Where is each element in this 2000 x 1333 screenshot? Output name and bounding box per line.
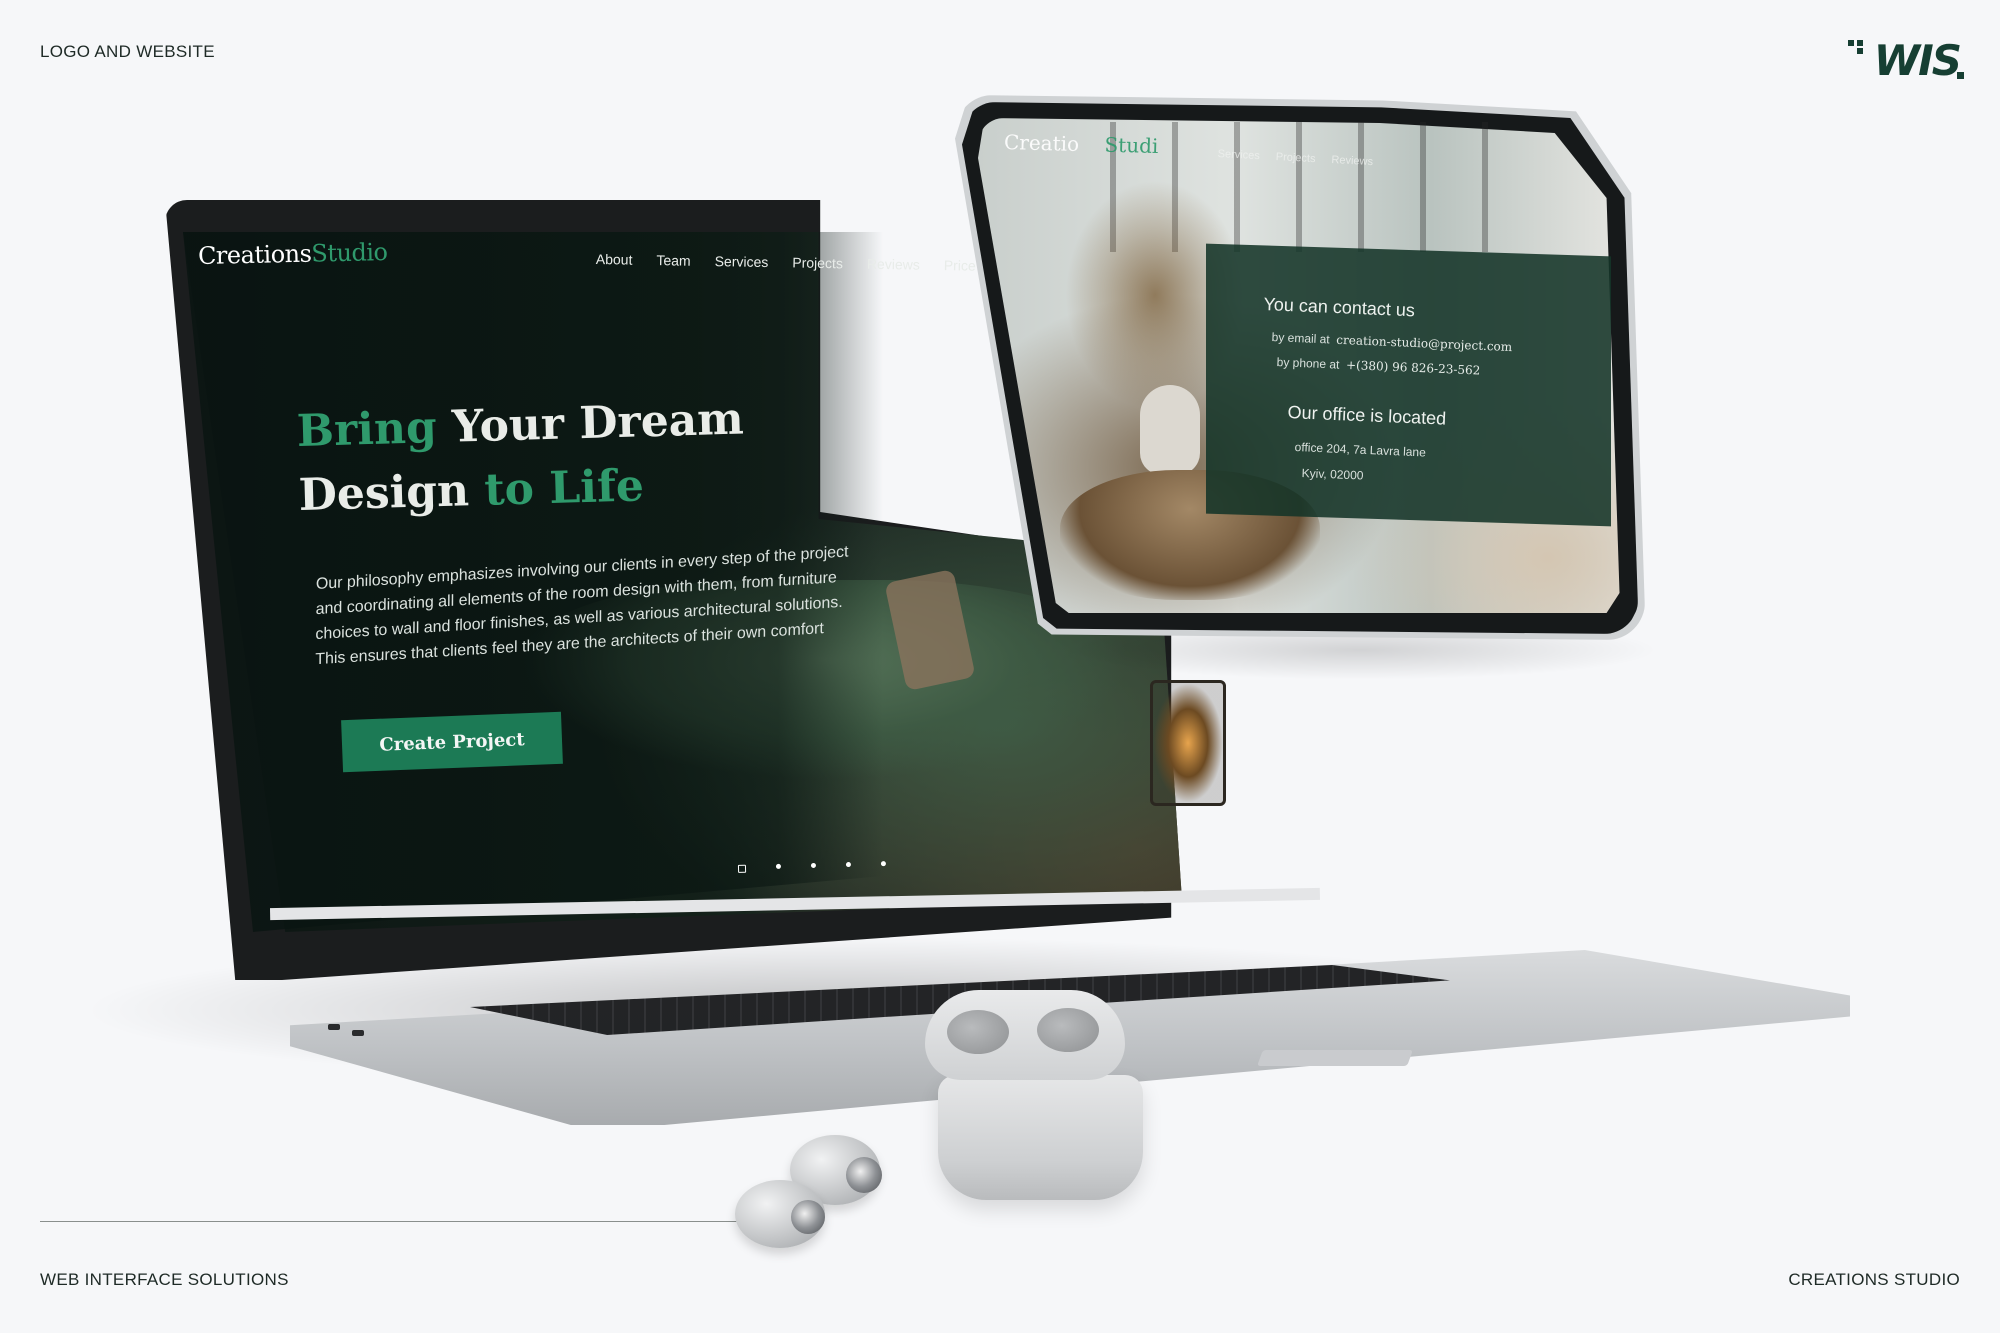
earbud-tip [791,1200,825,1234]
earbuds-case-lid [925,990,1125,1080]
nav-about[interactable]: About [596,251,633,268]
site-logo[interactable]: CreationsStudio [198,238,388,270]
earbud-well [947,1010,1009,1054]
carousel-dot-active[interactable] [737,864,747,873]
nav-reviews[interactable]: Reviews [867,256,920,273]
tablet-site-logo[interactable]: Creatio Studi [1004,130,1159,158]
earbud-well [1037,1008,1099,1052]
carousel-dot[interactable] [775,863,782,869]
nav-services[interactable]: Services [715,253,769,270]
logo-pixel [1857,40,1863,46]
earbud-icon [735,1180,825,1248]
tablet-nav-projects[interactable]: Projects [1275,151,1315,165]
office-address-line2: Kyiv, 02000 [1301,466,1364,483]
tablet-brand-part2: Studi [1104,132,1159,159]
tablet-nav-services[interactable]: Services [1217,148,1260,162]
hero-title: Bring Your Dream Design to Life [296,385,819,527]
phone-prefix: by phone at [1276,355,1340,372]
earbuds-case-icon [938,1075,1143,1200]
logo-pixel [1848,40,1854,46]
carousel-dot[interactable] [845,861,852,868]
top-left-label: LOGO AND WEBSITE [40,42,215,61]
hero-title-part: Design [297,465,470,521]
usb-port [352,1030,364,1036]
brand-part1: Creations [197,239,312,270]
nav-team[interactable]: Team [656,252,691,269]
vase-image [1140,385,1200,475]
carousel-dot[interactable] [810,862,817,869]
laptop-ports [328,1024,368,1044]
laptop-trackpad-edge [1257,1050,1413,1066]
tablet-nav-reviews[interactable]: Reviews [1331,154,1373,168]
lantern-image [1150,680,1226,806]
hero-title-part: Your Dream [435,393,745,454]
wis-logo-icon: WIS [1848,36,1964,85]
email-prefix: by email at [1271,330,1330,347]
carousel-dot[interactable] [880,861,887,867]
nav-projects[interactable]: Projects [792,254,843,271]
earbud-tip [846,1157,882,1193]
hero-title-part: Bring [296,402,438,457]
contact-panel [1206,243,1611,527]
logo-pixel [1857,48,1863,54]
hero-title-part: to Life [468,460,645,517]
brand-part2: Studio [311,238,388,268]
create-project-button[interactable]: Create Project [341,711,563,773]
tablet-brand-part1: Creatio [1003,129,1080,156]
logo-pixel [1957,72,1964,79]
bottom-right-label: CREATIONS STUDIO [1788,1270,1960,1289]
usb-port [328,1024,340,1030]
nav-price[interactable]: Price [944,257,976,274]
logo-text: WIS [1873,36,1962,85]
divider-line [40,1221,775,1222]
bottom-left-label: WEB INTERFACE SOLUTIONS [40,1270,289,1289]
